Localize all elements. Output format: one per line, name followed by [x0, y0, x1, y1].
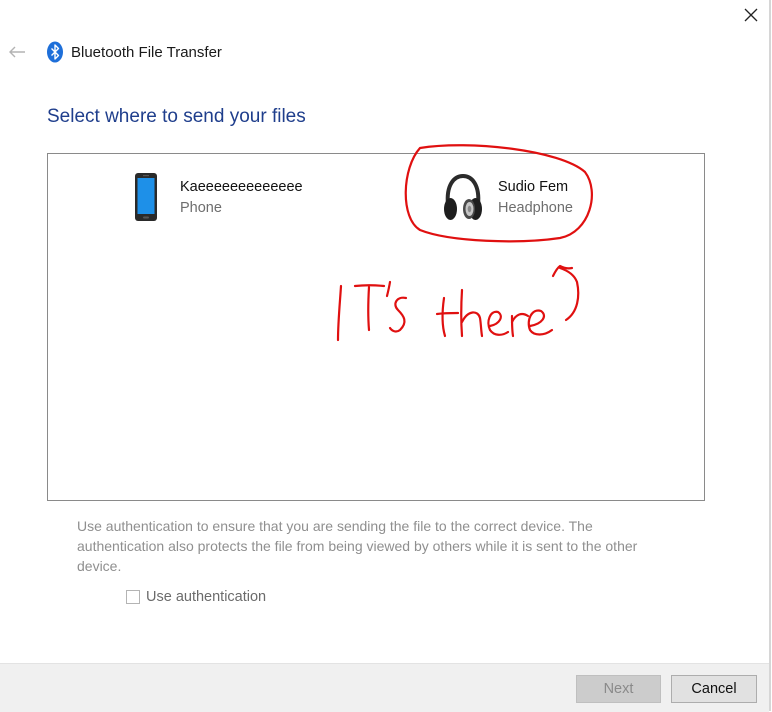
device-item-phone[interactable]: Kaeeeeeeeeeeeee Phone — [128, 169, 328, 229]
cancel-button[interactable]: Cancel — [671, 675, 757, 703]
window-title: Bluetooth File Transfer — [71, 44, 222, 61]
back-arrow-icon — [9, 46, 25, 58]
bluetooth-icon — [47, 41, 63, 63]
device-type: Phone — [180, 200, 222, 216]
device-name: Sudio Fem — [498, 179, 569, 195]
use-authentication-row[interactable]: Use authentication — [126, 589, 266, 605]
headphone-icon — [444, 173, 482, 220]
close-button[interactable] — [733, 0, 769, 30]
use-authentication-label[interactable]: Use authentication — [146, 589, 266, 605]
page-heading: Select where to send your files — [47, 106, 306, 127]
window-border — [769, 0, 771, 711]
close-icon — [744, 8, 758, 22]
use-authentication-checkbox[interactable] — [126, 590, 140, 604]
device-item-headphone[interactable]: Sudio Fem Headphone — [438, 169, 638, 229]
authentication-description: Use authentication to ensure that you ar… — [77, 518, 638, 574]
device-list: Kaeeeeeeeeeeeee Phone Sudio Fem Headphon… — [47, 153, 705, 501]
next-button[interactable]: Next — [576, 675, 661, 703]
back-button[interactable] — [6, 40, 28, 64]
device-name: Kaeeeeeeeeeeeee — [180, 179, 303, 195]
device-type: Headphone — [498, 200, 573, 216]
phone-icon — [135, 173, 157, 221]
